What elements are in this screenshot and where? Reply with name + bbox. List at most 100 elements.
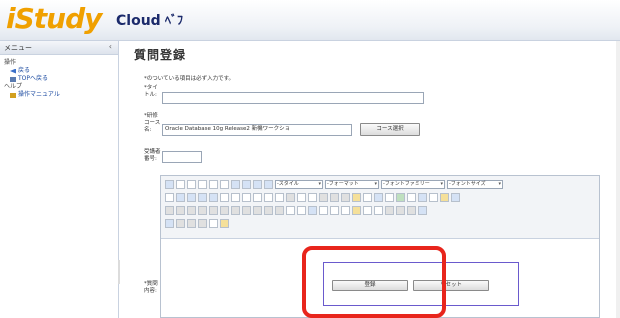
subscript-icon[interactable] — [319, 206, 328, 215]
merge-cells-icon[interactable] — [275, 206, 284, 215]
image-icon[interactable] — [352, 193, 361, 202]
new-doc-icon[interactable] — [176, 180, 185, 189]
page-title: 質問登録 — [134, 48, 187, 62]
save-icon[interactable] — [165, 180, 174, 189]
student-number-input[interactable] — [162, 151, 202, 163]
split-cells-icon[interactable] — [264, 206, 273, 215]
sidebar-item-label: TOPへ戻る — [18, 75, 49, 82]
layer-icon[interactable] — [418, 206, 427, 215]
code-icon[interactable] — [385, 193, 394, 202]
toolbar-row-4 — [165, 218, 229, 229]
sidebar-item-manual[interactable]: 操作マニュアル — [4, 91, 114, 99]
sidebar-item-back[interactable]: 戻る — [4, 67, 114, 75]
visual-aid-icon[interactable] — [308, 206, 317, 215]
bg-color-icon[interactable] — [451, 193, 460, 202]
paste-text-icon[interactable] — [198, 193, 207, 202]
anchor-icon[interactable] — [341, 193, 350, 202]
sidebar-section-help: ヘルプ — [4, 83, 23, 90]
editor-toolbar: -スタイル ▾ -フォーマット ▾ -フォントファミリー ▾ -フォントサイズ ▾ — [161, 176, 599, 239]
sidebar-item-label: 操作マニュアル — [18, 91, 60, 98]
ltr-icon[interactable] — [396, 206, 405, 215]
absolute-icon[interactable] — [198, 219, 207, 228]
blockquote-icon[interactable] — [286, 193, 295, 202]
manual-book-icon — [10, 92, 16, 98]
link-icon[interactable] — [319, 193, 328, 202]
hr-insert-icon[interactable] — [374, 206, 383, 215]
align-left-icon[interactable] — [231, 180, 240, 189]
paste-word-icon[interactable] — [209, 193, 218, 202]
chevron-down-icon: ▾ — [318, 181, 321, 187]
font-family-select[interactable]: -フォントファミリー ▾ — [381, 180, 445, 189]
logo-suffix: ﾍﾞﾌ — [165, 13, 184, 27]
cut-icon[interactable] — [165, 193, 174, 202]
row-props-icon[interactable] — [176, 206, 185, 215]
bullet-list-icon[interactable] — [242, 193, 251, 202]
zoom-icon[interactable] — [429, 193, 438, 202]
toolbar-row-1: -スタイル ▾ -フォーマット ▾ -フォントファミリー ▾ -フォントサイズ ▾ — [165, 179, 503, 190]
superscript-icon[interactable] — [330, 206, 339, 215]
preview-icon[interactable] — [418, 193, 427, 202]
underline-icon[interactable] — [209, 180, 218, 189]
highlight-annotation — [302, 246, 446, 318]
move-forward-icon[interactable] — [176, 219, 185, 228]
align-justify-icon[interactable] — [264, 180, 273, 189]
style-select-value: -スタイル — [277, 181, 299, 187]
app-header: iStudy Cloud ﾍﾞﾌ — [0, 0, 620, 41]
undo-icon[interactable] — [297, 193, 306, 202]
collapse-icon[interactable]: ‹ — [109, 42, 112, 51]
outdent-icon[interactable] — [264, 193, 273, 202]
move-backward-icon[interactable] — [187, 219, 196, 228]
delete-row-icon[interactable] — [220, 206, 229, 215]
delete-col-icon[interactable] — [253, 206, 262, 215]
align-center-icon[interactable] — [242, 180, 251, 189]
styleprops-icon[interactable] — [209, 219, 218, 228]
redo-icon[interactable] — [308, 193, 317, 202]
emotions-icon[interactable] — [352, 206, 361, 215]
toolbar-row-2 — [165, 192, 460, 203]
text-color-icon[interactable] — [440, 193, 449, 202]
course-field[interactable]: Oracle Database 10g Release2 新機ワークショ — [162, 124, 352, 136]
insert-date-icon[interactable] — [396, 193, 405, 202]
paste-icon[interactable] — [187, 193, 196, 202]
insert-layer-icon[interactable] — [165, 219, 174, 228]
insert-row-before-icon[interactable] — [198, 206, 207, 215]
sidebar-section-operation: 操作 — [4, 59, 17, 66]
italic-icon[interactable] — [198, 180, 207, 189]
strikethrough-icon[interactable] — [220, 180, 229, 189]
style-select[interactable]: -スタイル ▾ — [275, 180, 323, 189]
remove-format-icon[interactable] — [297, 206, 306, 215]
insert-row-after-icon[interactable] — [209, 206, 218, 215]
hr-icon[interactable] — [286, 206, 295, 215]
course-select-button[interactable]: コース選択 — [360, 123, 420, 136]
rtl-icon[interactable] — [407, 206, 416, 215]
numbered-list-icon[interactable] — [253, 193, 262, 202]
help-icon[interactable] — [374, 193, 383, 202]
media-icon[interactable] — [363, 206, 372, 215]
cleanup-icon[interactable] — [363, 193, 372, 202]
indent-icon[interactable] — [275, 193, 284, 202]
table-icon[interactable] — [165, 206, 174, 215]
title-input[interactable] — [162, 92, 424, 104]
insert-col-after-icon[interactable] — [242, 206, 251, 215]
find-icon[interactable] — [220, 193, 229, 202]
attribs-icon[interactable] — [220, 219, 229, 228]
font-size-select[interactable]: -フォントサイズ ▾ — [447, 180, 503, 189]
fullscreen-icon[interactable] — [385, 206, 394, 215]
charmap-icon[interactable] — [341, 206, 350, 215]
bold-icon[interactable] — [187, 180, 196, 189]
logo-cloud: Cloud — [116, 13, 161, 29]
scrollbar[interactable] — [616, 41, 620, 318]
align-right-icon[interactable] — [253, 180, 262, 189]
content-label: *質問内容: — [144, 281, 158, 294]
home-icon — [10, 76, 16, 82]
replace-icon[interactable] — [231, 193, 240, 202]
cell-props-icon[interactable] — [187, 206, 196, 215]
format-select-value: -フォーマット — [327, 181, 359, 187]
format-select[interactable]: -フォーマット ▾ — [325, 180, 379, 189]
student-number-label: 受講者番号: — [144, 149, 161, 162]
insert-col-before-icon[interactable] — [231, 206, 240, 215]
copy-icon[interactable] — [176, 193, 185, 202]
insert-time-icon[interactable] — [407, 193, 416, 202]
unlink-icon[interactable] — [330, 193, 339, 202]
sidebar-item-top[interactable]: TOPへ戻る — [4, 75, 114, 83]
